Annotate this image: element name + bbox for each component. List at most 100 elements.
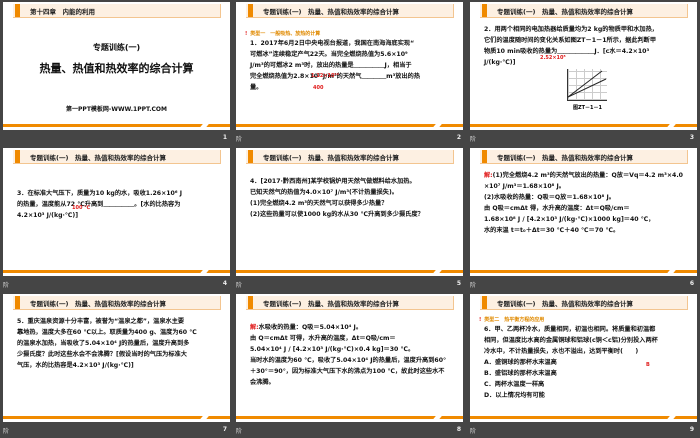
line-text: 1．2017年6月2日中央电视台报道，我国在南海海底实现“ bbox=[250, 40, 415, 47]
site-text: 第一PPT模板网-WWW.1PPT.COM bbox=[66, 106, 167, 113]
text-line: 水的末温 t＝t₀＋Δt＝30 ℃＋40 ℃＝70 ℃。 bbox=[484, 225, 689, 236]
answer-text: 400 bbox=[313, 85, 324, 91]
text-line: J/m³的可燃冰2 m³时，放出的热量是＿＿＿＿＿J，相当于 bbox=[250, 60, 455, 71]
slide-thumbnail[interactable]: 专题训练(一) 热量、热值和热效率的综合计算 4．[2017·黔西南州]某学校锅炉… bbox=[236, 148, 463, 276]
line-text: 由 Q＝cmΔt 可得，水升高的温度，Δt＝Q吸/cm＝ bbox=[250, 335, 396, 342]
text-line: 完全燃烧热值为2.8×10⁷ J/m³的天然气＿＿＿＿m³放出的热 bbox=[250, 71, 455, 82]
line-text: (2)这些热量可以使1000 kg的水从30 ℃升高到多少摄氏度？ bbox=[250, 211, 424, 218]
line-text: 会沸腾。 bbox=[250, 379, 275, 386]
temperature-time-graph bbox=[567, 69, 607, 101]
text-line: 2．用两个相同的电加热器给质量均为2 kg的物质甲和水加热， bbox=[484, 24, 689, 35]
text-line: 相同，但温度比水高的金属铜球和铝球(c铜＜c铝)分别投入两杯 bbox=[484, 335, 689, 346]
section-text: 类型一 一般吸热、放热的计算 bbox=[250, 31, 321, 37]
line-text: (1)完全燃烧4.2 m³的天然气可以获得多少热量？ bbox=[250, 200, 388, 207]
slide-cell: 专题训练(一) 热量、热值和热效率的综合计算! 类型一 一般吸热、放热的计算 1．2… bbox=[233, 0, 467, 146]
slide-thumbnail[interactable]: 专题训练(一) 热量、热值和热效率的综合计算! 类型一 一般吸热、放热的计算 1．2… bbox=[236, 2, 463, 130]
animation-icon[interactable]: 阶 bbox=[236, 134, 242, 143]
slide-cell: 专题训练(一) 热量、热值和热效率的综合计算 ! 类型二 热平衡方程的应用 6．甲、乙… bbox=[467, 292, 700, 438]
text-line: 6．甲、乙两杯冷水，质量相同，初温也相同。将质量和初温都 bbox=[484, 324, 689, 335]
slide-bottom-bar bbox=[236, 270, 463, 273]
line-text: J/(kg·℃)] bbox=[484, 59, 516, 66]
figure-caption: 图ZT－1－1 bbox=[573, 105, 602, 111]
header-accent bbox=[482, 150, 487, 163]
header-accent bbox=[248, 4, 253, 17]
header-accent bbox=[482, 296, 487, 309]
slide-thumbnail[interactable]: 专题训练(一) 热量、热值和热效率的综合计算 3．在标准大气压下，质量为10 kg… bbox=[3, 148, 230, 276]
slide-header: 专题训练(一) 热量、热值和热效率的综合计算 bbox=[13, 296, 221, 310]
slide-footer: 阶8 bbox=[236, 426, 463, 436]
slide-thumbnail[interactable]: 专题训练(一) 热量、热值和热效率的综合计算 ! 类型二 热平衡方程的应用 6．甲、乙… bbox=[470, 294, 697, 422]
animation-icon[interactable]: 阶 bbox=[470, 134, 476, 143]
slide-header: 专题训练(一) 热量、热值和热效率的综合计算 bbox=[246, 296, 454, 310]
line-text: 的热量，温度能从72 ℃升高到＿＿＿＿＿。[水的比热容为 bbox=[17, 201, 181, 208]
slide-footer: 1 bbox=[3, 134, 229, 144]
text-line: 已知天然气的热值为4.0×10⁷ J/m³(不计热量损失)。 bbox=[250, 187, 455, 198]
slide-body: 5．重庆温泉资源十分丰富，被誉为“温泉之都”，温泉水主要 靠地热，温度大多在60 … bbox=[17, 316, 222, 371]
slide-body: 3．在标准大气压下，质量为10 kg的水，吸收1.26×10⁶ J 的热量，温度能… bbox=[17, 188, 222, 221]
slide-thumbnail[interactable]: 第十四章 内能的利用 专题训练(一) 热量、热值和热效率的综合计算 第一PPT模板网-… bbox=[3, 2, 230, 130]
line-text: 它们的温度随时间的变化关系如图ZT－1－1所示，据此判断甲 bbox=[484, 37, 657, 44]
slide-header: 专题训练(一) 热量、热值和热效率的综合计算 bbox=[480, 296, 688, 310]
line-text: (1)完全燃烧4.2 m³的天然气放出的热量：Q放＝Vq＝4.2 m³×4.0 bbox=[492, 172, 683, 179]
slide-body: 4．[2017·黔西南州]某学校锅炉用天然气做燃料给水加热。 已知天然气的热值为4… bbox=[250, 176, 455, 220]
header-title: 第十四章 内能的利用 bbox=[30, 8, 95, 16]
line-text: 的温泉水加热，当吸收了5.04×10⁴ J的热量后，温度升高到多 bbox=[17, 340, 190, 347]
slide-body: ! 类型一 一般吸热、放热的计算 1．2017年6月2日中央电视台报道，我国在南海海… bbox=[245, 30, 455, 93]
answer-text: 1.12×10¹⁰ bbox=[311, 73, 339, 79]
slide-number: 5 bbox=[456, 280, 461, 287]
text-line: 冷水中，不计热量损失，水也不溢出，达到平衡时( ) bbox=[484, 346, 689, 357]
section-label: ! 类型二 热平衡方程的应用 bbox=[479, 316, 689, 324]
section-label: ! 类型一 一般吸热、放热的计算 bbox=[245, 30, 455, 38]
text-line: 解:(1)完全燃烧4.2 m³的天然气放出的热量：Q放＝Vq＝4.2 m³×4.… bbox=[484, 170, 689, 181]
exclamation-icon: ! bbox=[479, 317, 482, 323]
slide-cell: 专题训练(一) 热量、热值和热效率的综合计算 3．在标准大气压下，质量为10 kg… bbox=[0, 146, 233, 292]
slide-header: 第十四章 内能的利用 bbox=[13, 4, 221, 18]
text-line: 由 Q＝cmΔt 可得，水升高的温度，Δt＝Q吸/cm＝ bbox=[250, 333, 455, 344]
title-big: 热量、热值和热效率的综合计算 bbox=[39, 62, 194, 75]
animation-icon[interactable]: 阶 bbox=[236, 280, 242, 289]
slide-thumbnail[interactable]: 专题训练(一) 热量、热值和热效率的综合计算 解:(1)完全燃烧4.2 m³的天然… bbox=[470, 148, 697, 276]
line-text: ×10⁷ J/m³＝1.68×10⁸ J。 bbox=[484, 183, 565, 190]
line-text: B．盛铝球的那杯水末温高 bbox=[484, 370, 557, 377]
answer-label: 解: bbox=[250, 324, 259, 331]
text-line: 当时水的温度为60 ℃，吸收了5.04×10⁴ J的热量后，温度升高到60° bbox=[250, 355, 455, 366]
slide-footer: 阶4 bbox=[3, 280, 229, 290]
slide-thumbnail[interactable]: 专题训练(一) 热量、热值和热效率的综合计算解:水吸收的热量：Q吸＝5.04×1… bbox=[236, 294, 463, 422]
slide-body: 解:水吸收的热量：Q吸＝5.04×10⁴ J。由 Q＝cmΔt 可得，水升高的温… bbox=[250, 322, 455, 388]
line-text: 6．甲、乙两杯冷水，质量相同，初温也相同。将质量和初温都 bbox=[484, 326, 656, 333]
slide-thumbnail[interactable]: 专题训练(一) 热量、热值和热效率的综合计算 2．用两个相同的电加热器给质量均为2… bbox=[470, 2, 697, 130]
answer-text: B bbox=[646, 362, 650, 368]
animation-icon[interactable]: 阶 bbox=[3, 426, 9, 435]
line-text: 4.2×10³ J/(kg·℃)] bbox=[17, 212, 79, 219]
slide-bottom-bar bbox=[3, 416, 230, 419]
animation-icon[interactable]: 阶 bbox=[470, 280, 476, 289]
text-line: 的热量，温度能从72 ℃升高到＿＿＿＿＿。[水的比热容为 bbox=[17, 199, 222, 210]
animation-icon[interactable]: 阶 bbox=[470, 426, 476, 435]
exclamation-icon: ! bbox=[245, 31, 248, 37]
text-line: D．以上情况均有可能 bbox=[484, 390, 689, 401]
text-line: (1)完全燃烧4.2 m³的天然气可以获得多少热量？ bbox=[250, 198, 455, 209]
line-text: 已知天然气的热值为4.0×10⁷ J/m³(不计热量损失)。 bbox=[250, 189, 398, 196]
slide-number: 7 bbox=[222, 426, 227, 433]
line-text: 冷水中，不计热量损失，水也不溢出，达到平衡时( ) bbox=[484, 348, 639, 355]
animation-icon[interactable]: 阶 bbox=[236, 426, 242, 435]
slide-number: 2 bbox=[456, 134, 461, 141]
line-text: 2．用两个相同的电加热器给质量均为2 kg的物质甲和水加热， bbox=[484, 26, 658, 33]
text-line: 可燃冰”连续稳定产气22天。当完全燃烧热值为5.6×10⁹ bbox=[250, 49, 455, 60]
line-text: 量。 bbox=[250, 84, 263, 91]
answer-text: 100 ℃ bbox=[72, 205, 91, 211]
line-text: A．盛铜球的那杯水末温高 bbox=[484, 359, 557, 366]
slide-footer: 阶5 bbox=[236, 280, 463, 290]
slide-cell: 第十四章 内能的利用 专题训练(一) 热量、热值和热效率的综合计算 第一PPT模板网-… bbox=[0, 0, 233, 146]
slide-bottom-bar bbox=[3, 270, 230, 273]
line-text: 1.68×10⁸ J / [4.2×10³ J/(kg·℃)×1000 kg]＝… bbox=[484, 216, 655, 223]
slide-number: 9 bbox=[689, 426, 694, 433]
line-text: 4．[2017·黔西南州]某学校锅炉用天然气做燃料给水加热。 bbox=[250, 178, 416, 185]
line-text: 5．重庆温泉资源十分丰富，被誉为“温泉之都”，温泉水主要 bbox=[17, 318, 185, 325]
slide-cell: 专题训练(一) 热量、热值和热效率的综合计算 4．[2017·黔西南州]某学校锅炉… bbox=[233, 146, 467, 292]
slide-header: 专题训练(一) 热量、热值和热效率的综合计算 bbox=[246, 4, 454, 18]
slide-bottom-bar bbox=[236, 124, 463, 127]
animation-icon[interactable]: 阶 bbox=[3, 280, 9, 289]
slide-thumbnail[interactable]: 专题训练(一) 热量、热值和热效率的综合计算 5．重庆温泉资源十分丰富，被誉为“温… bbox=[3, 294, 230, 422]
text-line: 量。 bbox=[250, 82, 455, 93]
